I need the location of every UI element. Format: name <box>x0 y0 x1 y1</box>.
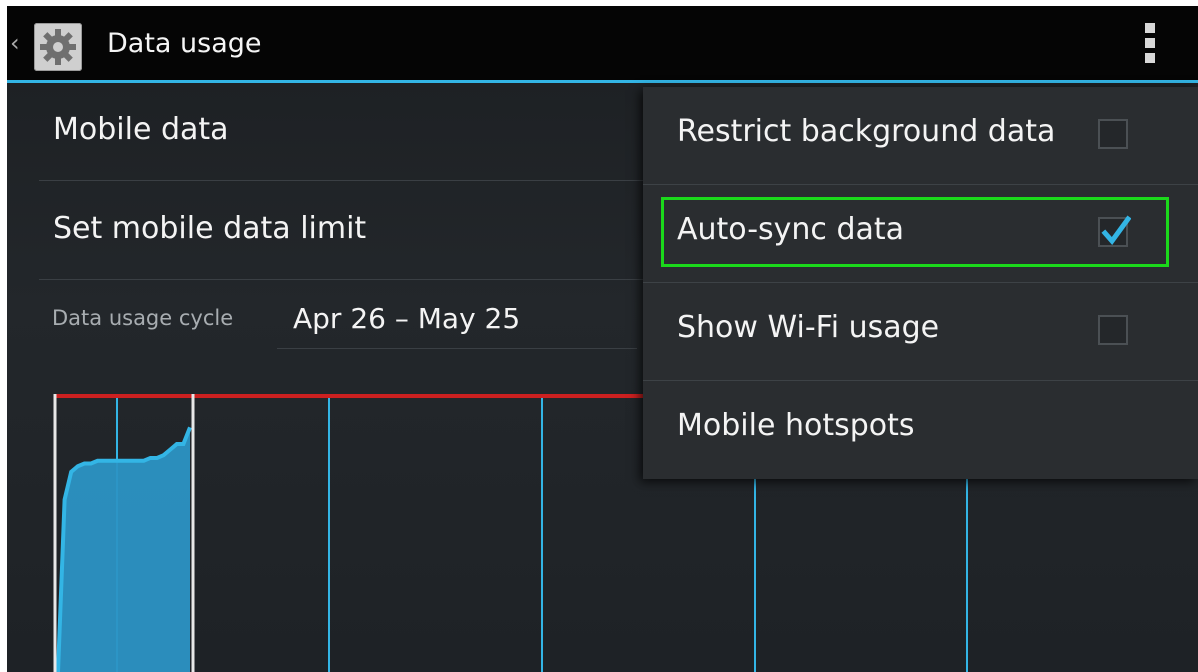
chevron-left-icon[interactable]: ‹ <box>10 29 24 57</box>
set-data-limit-row[interactable]: Set mobile data limit <box>39 181 679 280</box>
menu-item-label: Show Wi-Fi usage <box>677 310 940 345</box>
set-data-limit-label: Set mobile data limit <box>53 211 367 246</box>
menu-item-restrict-background-data[interactable]: Restrict background data <box>643 87 1198 185</box>
data-usage-cycle-spinner[interactable]: Apr 26 – May 25 <box>277 296 637 349</box>
menu-item-label: Restrict background data <box>677 114 1056 149</box>
action-bar: ‹ Data usage <box>7 6 1198 83</box>
settings-gear-icon[interactable] <box>34 23 82 71</box>
selection-highlight <box>661 197 1169 267</box>
data-usage-cycle-value: Apr 26 – May 25 <box>293 302 521 335</box>
menu-item-mobile-hotspots[interactable]: Mobile hotspots <box>643 381 1198 478</box>
overflow-menu-icon[interactable] <box>1139 23 1161 65</box>
data-usage-screen: ‹ Data usage Mobile data Set mobile data… <box>7 6 1198 672</box>
mobile-data-label: Mobile data <box>53 112 229 147</box>
data-usage-cycle-label: Data usage cycle <box>52 306 234 330</box>
mobile-data-row[interactable]: Mobile data <box>39 84 679 181</box>
show-wifi-checkbox[interactable] <box>1098 315 1128 345</box>
restrict-background-checkbox[interactable] <box>1098 119 1128 149</box>
menu-item-label: Mobile hotspots <box>677 408 915 443</box>
menu-item-show-wifi-usage[interactable]: Show Wi-Fi usage <box>643 283 1198 381</box>
overflow-menu: Restrict background data Auto-sync data … <box>643 87 1198 479</box>
page-title: Data usage <box>107 28 262 59</box>
usage-area <box>58 427 190 672</box>
